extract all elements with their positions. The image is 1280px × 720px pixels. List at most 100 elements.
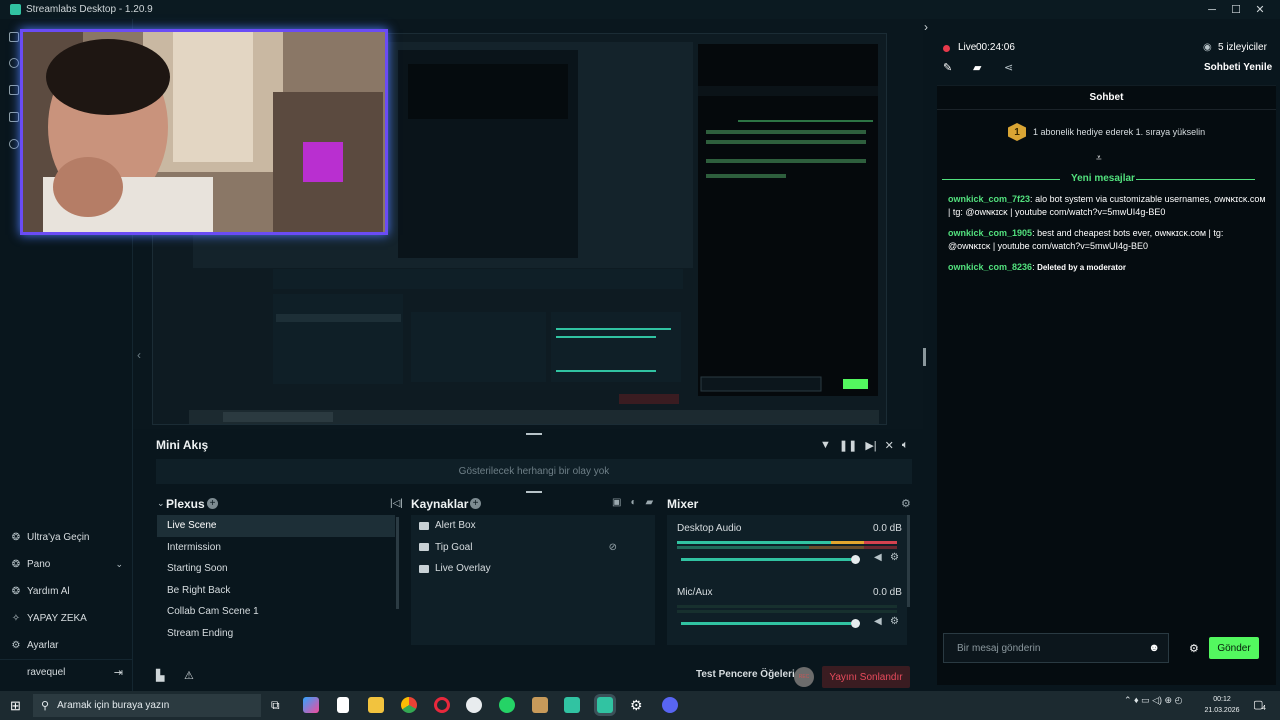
- source-item[interactable]: Tip Goal ⊘: [411, 537, 655, 559]
- edit-icon[interactable]: ✎: [943, 61, 952, 74]
- tray-icons[interactable]: ⌃ ♦ ▭ ◁) ⊕ ◴: [1124, 695, 1182, 705]
- dock-resize-handle[interactable]: [526, 433, 542, 435]
- scene-item[interactable]: Intermission: [157, 537, 395, 559]
- filter-icon[interactable]: ▼: [820, 439, 831, 452]
- tip-goal-icon: [419, 543, 429, 552]
- store-icon[interactable]: [9, 85, 19, 95]
- scroll-down-icon[interactable]: ⩡: [1096, 153, 1102, 164]
- system-tray[interactable]: ⌃ ♦ ▭ ◁) ⊕ ◴: [1124, 695, 1182, 706]
- mute-alerts-icon[interactable]: ✕: [885, 439, 894, 452]
- chat-message-input[interactable]: Bir mesaj gönderin ☻: [943, 633, 1169, 663]
- file-explorer-icon[interactable]: [368, 697, 384, 713]
- volume-slider[interactable]: [681, 622, 851, 625]
- logout-icon[interactable]: ⇥: [114, 666, 123, 679]
- chevron-down-icon[interactable]: ⌄: [115, 559, 123, 570]
- scene-item[interactable]: Starting Soon: [157, 558, 395, 580]
- whatsapp-icon[interactable]: [499, 697, 515, 713]
- copilot-icon[interactable]: [303, 697, 319, 713]
- streamlabs-taskbar-icon[interactable]: [597, 697, 613, 713]
- scene-item[interactable]: Live Scene: [157, 515, 395, 537]
- settings-icon[interactable]: ⚙: [630, 697, 643, 714]
- send-button[interactable]: Gönder: [1209, 637, 1259, 659]
- clock[interactable]: 00:12 21.03.2026: [1200, 694, 1244, 716]
- chevron-down-icon[interactable]: ⌄: [157, 498, 165, 509]
- performance-icon[interactable]: ▙: [156, 669, 164, 682]
- visibility-icon[interactable]: ◐: [630, 497, 636, 508]
- search-icon: ⚲: [41, 700, 50, 712]
- chrome-icon[interactable]: [401, 697, 417, 713]
- volume-icon[interactable]: ◀: [874, 552, 882, 563]
- scene-collection-title[interactable]: Plexus: [166, 497, 205, 511]
- sidebar-item-settings[interactable]: ⚙ Ayarlar: [0, 632, 133, 659]
- library-icon[interactable]: [9, 112, 19, 122]
- sidebar-item-label: Ayarlar: [27, 640, 59, 651]
- emoji-icon[interactable]: ☻: [1148, 642, 1160, 654]
- windows-start-icon[interactable]: ⊞: [10, 698, 21, 714]
- sources-title: Kaynaklar: [411, 497, 469, 511]
- record-button[interactable]: REC: [794, 667, 814, 687]
- scene-item[interactable]: Be Right Back: [157, 580, 395, 602]
- hidden-eye-icon[interactable]: ⊘: [609, 542, 617, 553]
- close-button[interactable]: ✕: [1248, 0, 1272, 19]
- add-folder-icon[interactable]: ▰: [646, 497, 654, 508]
- chat-header: Sohbet: [937, 86, 1276, 110]
- download-icon[interactable]: [564, 697, 580, 713]
- mini-feed-title: Mini Akış: [156, 438, 209, 452]
- task-view-icon[interactable]: ⧉: [271, 698, 280, 713]
- chat-username[interactable]: ownkick_com_7f23: [948, 194, 1030, 204]
- chevron-left-icon[interactable]: ‹: [137, 348, 141, 362]
- source-item[interactable]: Alert Box: [411, 515, 655, 537]
- chevron-right-icon[interactable]: ›: [924, 20, 928, 34]
- file-icon[interactable]: [337, 697, 349, 713]
- scrollbar[interactable]: [396, 517, 399, 609]
- volume-icon[interactable]: ◀: [874, 616, 882, 627]
- sidebar-item-dashboard[interactable]: ❂ Pano ⌄: [0, 551, 133, 578]
- stats-icon[interactable]: [9, 139, 19, 149]
- pause-icon[interactable]: ❚❚: [839, 439, 857, 452]
- volume-slider-handle[interactable]: [851, 555, 860, 564]
- source-item[interactable]: Live Overlay: [411, 558, 655, 580]
- gear-icon[interactable]: ⚙: [890, 616, 899, 627]
- sidebar-item-ultra[interactable]: ❂ Ultra'ya Geçin: [0, 524, 133, 551]
- resize-handle[interactable]: [923, 348, 926, 366]
- volume-slider-handle[interactable]: [851, 619, 860, 628]
- end-stream-button[interactable]: Yayını Sonlandır: [822, 666, 910, 688]
- maximize-button[interactable]: ☐: [1224, 0, 1248, 19]
- alert-box-icon: [419, 521, 429, 530]
- volume-icon[interactable]: 🔈︎: [902, 439, 909, 452]
- media-icon[interactable]: [532, 697, 548, 713]
- chat-username[interactable]: ownkick_com_1905: [948, 228, 1032, 238]
- test-widgets-button[interactable]: Test Pencere Öğeleri: [696, 669, 795, 680]
- sidebar-item-ai[interactable]: ✧ YAPAY ZEKA: [0, 605, 133, 632]
- add-scene-icon[interactable]: +: [207, 498, 218, 509]
- skip-icon[interactable]: ▶|: [865, 439, 876, 452]
- gear-icon[interactable]: ⚙: [901, 497, 911, 510]
- screen-capture-icon[interactable]: ▣: [612, 497, 621, 508]
- add-source-icon[interactable]: +: [470, 498, 481, 509]
- window-title: Streamlabs Desktop - 1.20.9: [26, 4, 153, 15]
- taskbar-search[interactable]: ⚲ Aramak için buraya yazın: [33, 694, 261, 717]
- discord-icon[interactable]: [662, 697, 678, 713]
- alert-icon[interactable]: ⚠: [184, 669, 194, 682]
- sidebar-item-help[interactable]: ❂ Yardım Al: [0, 578, 133, 605]
- scene-transition-icon[interactable]: |◁|: [390, 498, 403, 509]
- clapper-icon[interactable]: ▰: [973, 61, 981, 74]
- user-row[interactable]: ravequel ⇥: [0, 659, 133, 685]
- volume-slider[interactable]: [681, 558, 851, 561]
- share-icon[interactable]: ⋖: [1004, 61, 1013, 74]
- minimize-button[interactable]: ─: [1200, 0, 1224, 19]
- chat-username[interactable]: ownkick_com_8236: [948, 262, 1032, 272]
- app-icon[interactable]: [466, 697, 482, 713]
- scene-item[interactable]: Collab Cam Scene 1: [157, 601, 395, 623]
- sub-rank-badge: 1: [1008, 123, 1026, 141]
- refresh-chat-button[interactable]: Sohbeti Yenile: [1204, 62, 1272, 73]
- scrollbar[interactable]: [907, 515, 910, 607]
- mini-feed-panel: Mini Akış ▼ ❚❚ ▶| ✕ 🔈︎ Gösterilecek herh…: [152, 433, 917, 490]
- editor-icon[interactable]: [9, 32, 19, 42]
- themes-icon[interactable]: [9, 58, 19, 68]
- gear-icon[interactable]: ⚙: [1189, 642, 1199, 655]
- scene-item[interactable]: Stream Ending: [157, 623, 395, 645]
- gear-icon[interactable]: ⚙: [890, 552, 899, 563]
- opera-icon[interactable]: [434, 697, 450, 713]
- chat-message: ownkick_com_8236: Deleted by a moderator: [948, 262, 1126, 272]
